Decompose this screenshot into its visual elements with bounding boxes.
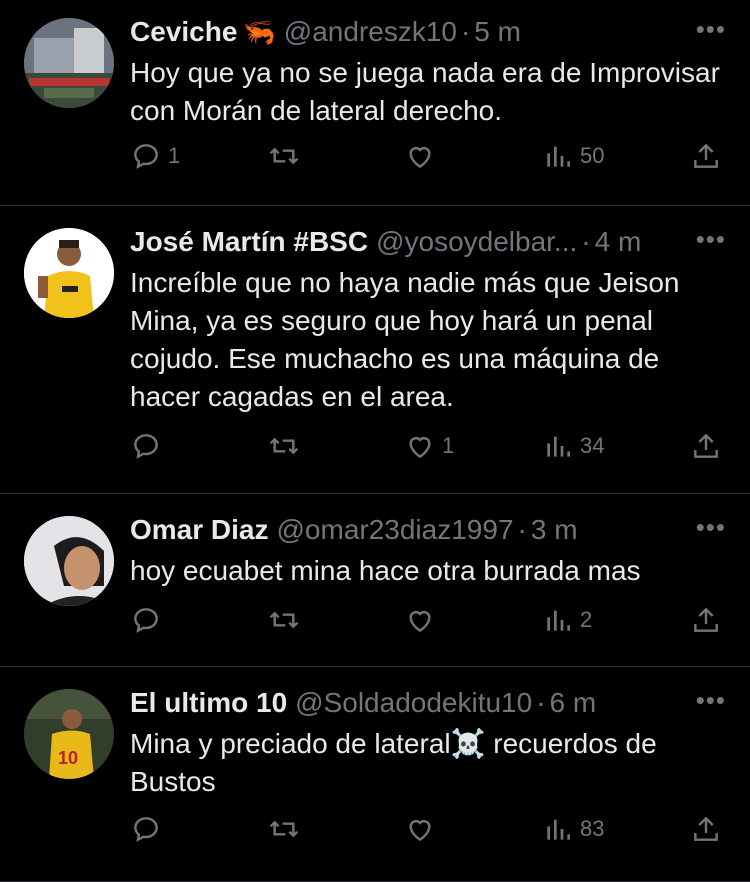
display-name[interactable]: El ultimo 10 xyxy=(130,687,287,719)
avatar[interactable] xyxy=(24,18,114,108)
reply-button[interactable]: 1 xyxy=(130,140,180,172)
retweet-icon xyxy=(269,147,299,165)
retweet-icon xyxy=(269,611,299,629)
views-icon xyxy=(547,610,570,631)
retweet-button[interactable] xyxy=(268,430,306,462)
share-button[interactable] xyxy=(690,140,722,172)
timestamp[interactable]: 5 m xyxy=(474,16,521,48)
tweet-text: Mina y preciado de lateral☠️ recuerdos d… xyxy=(130,728,657,797)
username[interactable]: @yosoydelbar... xyxy=(376,226,577,258)
views-button[interactable]: 34 xyxy=(542,430,604,462)
avatar-image xyxy=(24,18,114,108)
reply-button[interactable] xyxy=(130,604,168,636)
views-button[interactable]: 50 xyxy=(542,140,604,172)
views-button[interactable]: 83 xyxy=(542,813,604,845)
retweet-button[interactable] xyxy=(268,604,306,636)
like-button[interactable] xyxy=(404,813,442,845)
like-button[interactable] xyxy=(404,604,442,636)
tweet-text: Increíble que no haya nadie más que Jeis… xyxy=(130,267,680,412)
view-count: 50 xyxy=(580,143,605,168)
more-options-button[interactable]: ••• xyxy=(696,224,726,255)
tweet-header: El ultimo 10 @Soldadodekitu10 · 6 m xyxy=(130,685,690,721)
view-count: 2 xyxy=(580,607,593,632)
like-button[interactable]: 1 xyxy=(404,430,454,462)
more-options-button[interactable]: ••• xyxy=(696,512,726,543)
action-bar: 1 50 xyxy=(130,140,726,180)
like-count: 1 xyxy=(442,433,455,458)
tweet[interactable]: Omar Diaz @omar23diaz1997 · 3 m ••• hoy … xyxy=(0,494,750,667)
reply-icon xyxy=(134,817,158,842)
share-button[interactable] xyxy=(690,430,722,462)
tweet[interactable]: Ceviche 🦐 @andreszk10 · 5 m ••• Hoy que … xyxy=(0,0,750,206)
reply-count: 1 xyxy=(168,143,181,168)
display-name[interactable]: José Martín #BSC xyxy=(130,226,368,258)
tweet[interactable]: 10 El ultimo 10 @Soldadodekitu10 · 6 m •… xyxy=(0,667,750,882)
avatar[interactable] xyxy=(24,228,114,318)
tweet-text: hoy ecuabet mina hace otra burrada mas xyxy=(130,555,641,586)
retweet-button[interactable] xyxy=(268,140,306,172)
separator: · xyxy=(581,226,591,257)
separator: · xyxy=(517,514,527,545)
heart-icon xyxy=(409,820,431,842)
action-bar: 1 34 xyxy=(130,430,726,470)
retweet-icon xyxy=(269,820,299,838)
more-options-button[interactable]: ••• xyxy=(696,14,726,45)
timestamp[interactable]: 3 m xyxy=(531,514,578,546)
avatar[interactable] xyxy=(24,516,114,606)
share-icon xyxy=(694,816,718,841)
reply-icon xyxy=(134,144,158,169)
heart-icon xyxy=(409,611,431,633)
view-count: 34 xyxy=(580,433,605,458)
reply-button[interactable] xyxy=(130,430,168,462)
views-icon xyxy=(547,146,570,167)
avatar-image xyxy=(24,516,114,606)
tweet-header: José Martín #BSC @yosoydelbar... · 4 m xyxy=(130,224,690,260)
share-icon xyxy=(694,433,718,458)
separator: · xyxy=(536,687,546,718)
tweet-text: Hoy que ya no se juega nada era de Impro… xyxy=(130,57,720,126)
share-icon xyxy=(694,607,718,632)
svg-text:10: 10 xyxy=(58,748,78,768)
retweet-icon xyxy=(269,437,299,455)
views-button[interactable]: 2 xyxy=(542,604,592,636)
views-icon xyxy=(547,819,570,840)
more-options-button[interactable]: ••• xyxy=(696,685,726,716)
share-button[interactable] xyxy=(690,604,722,636)
views-icon xyxy=(547,436,570,457)
username[interactable]: @andreszk10 xyxy=(284,16,457,48)
tweet[interactable]: José Martín #BSC @yosoydelbar... · 4 m •… xyxy=(0,206,750,494)
avatar[interactable]: 10 xyxy=(24,689,114,779)
view-count: 83 xyxy=(580,816,605,841)
avatar-image: 10 xyxy=(24,689,114,779)
display-name[interactable]: Ceviche xyxy=(130,16,237,48)
like-button[interactable] xyxy=(404,140,442,172)
separator: · xyxy=(460,16,471,47)
reply-button[interactable] xyxy=(130,813,168,845)
reply-icon xyxy=(134,608,158,633)
action-bar: 2 xyxy=(130,604,726,644)
shrimp-emoji: 🦐 xyxy=(243,16,276,47)
timestamp[interactable]: 4 m xyxy=(595,226,642,258)
tweet-header: Omar Diaz @omar23diaz1997 · 3 m xyxy=(130,512,690,548)
action-bar: 83 xyxy=(130,813,726,853)
heart-icon xyxy=(409,437,431,459)
retweet-button[interactable] xyxy=(268,813,306,845)
timestamp[interactable]: 6 m xyxy=(550,687,597,719)
display-name[interactable]: Omar Diaz xyxy=(130,514,269,546)
heart-icon xyxy=(409,147,431,169)
username[interactable]: @omar23diaz1997 xyxy=(277,514,514,546)
tweet-header: Ceviche 🦐 @andreszk10 · 5 m xyxy=(130,14,690,50)
share-icon xyxy=(694,143,718,168)
reply-icon xyxy=(134,434,158,459)
avatar-image xyxy=(24,228,114,318)
share-button[interactable] xyxy=(690,813,722,845)
username[interactable]: @Soldadodekitu10 xyxy=(295,687,532,719)
